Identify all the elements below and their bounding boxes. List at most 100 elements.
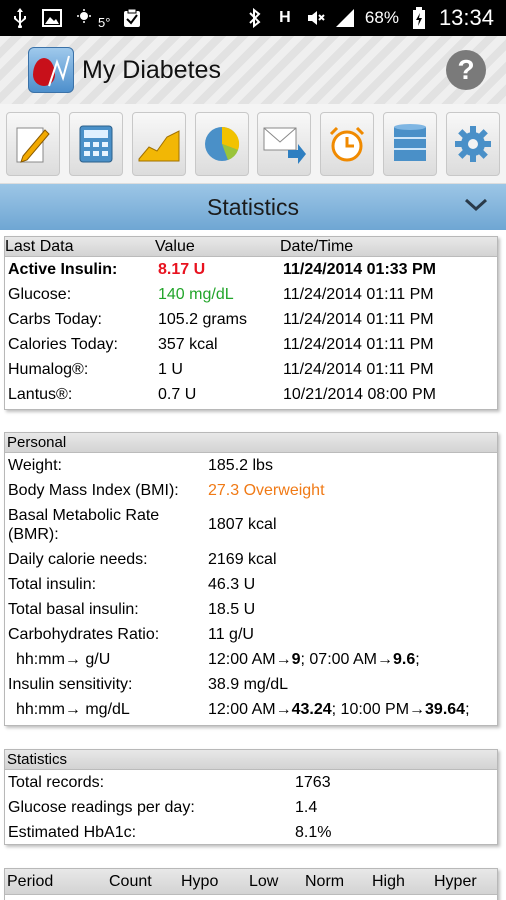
alarm-icon[interactable] (320, 111, 375, 176)
table-row[interactable]: Calories Today: 357 kcal 11/24/2014 01:1… (5, 332, 497, 357)
column-header-hypo: Hypo (181, 872, 219, 890)
list-item[interactable]: Basal Metabolic Rate (BMR): 1807 kcal (5, 503, 497, 547)
schedule-value: 43.24 (291, 700, 332, 718)
row-label: Lantus®: (8, 385, 73, 403)
row-datetime: 11/24/2014 01:33 PM (283, 260, 437, 278)
bluetooth-icon (245, 8, 265, 28)
carb-ratio-schedule: 12:00 AM→9; 07:00 AM→9.6; (208, 650, 420, 668)
last-data-panel: Last Data Value Date/Time Active Insulin… (4, 236, 498, 410)
database-icon[interactable] (383, 111, 438, 176)
row-datetime: 11/24/2014 01:11 PM (283, 335, 434, 353)
list-item[interactable]: Total insulin: 46.3 U (5, 572, 497, 597)
battery-charging-icon (409, 7, 429, 29)
edit-icon[interactable] (6, 111, 60, 176)
row-label: Daily calorie needs: (8, 550, 148, 568)
schedule-time: 07:00 AM (309, 650, 378, 668)
status-bar: 5° H 68% 13:34 (0, 0, 506, 36)
row-value: 140 mg/dL (158, 285, 234, 303)
weather-icon (74, 8, 94, 28)
row-label: Body Mass Index (BMI): (8, 481, 179, 499)
list-item[interactable]: Carbohydrates Ratio: 11 g/U (5, 622, 497, 647)
row-label: Humalog®: (8, 360, 89, 378)
table-row[interactable]: Humalog®: 1 U 11/24/2014 01:11 PM (5, 357, 497, 382)
row-label: Active Insulin: (8, 260, 118, 278)
row-label: Carbs Today: (8, 310, 102, 328)
row-label: Insulin sensitivity: (8, 675, 133, 693)
row-value: 357 kcal (158, 335, 218, 353)
row-datetime: 11/24/2014 01:11 PM (283, 310, 434, 328)
period-header-row: Period Count Hypo Low Norm High Hyper (5, 869, 497, 895)
settings-icon[interactable] (445, 111, 500, 176)
row-label: Weight: (8, 456, 62, 474)
schedule-time: 12:00 AM (208, 650, 276, 668)
last-data-header-row: Last Data Value Date/Time (5, 237, 497, 257)
row-datetime: 11/24/2014 01:11 PM (283, 285, 434, 303)
row-value: 1763 (295, 773, 331, 791)
list-item[interactable]: Estimated HbA1c: 8.1% (5, 820, 497, 845)
row-datetime: 11/24/2014 01:11 PM (283, 360, 434, 378)
column-header-hyper: Hyper (434, 872, 477, 890)
table-row[interactable]: Lantus®: 0.7 U 10/21/2014 08:00 PM (5, 382, 497, 407)
schedule-value: 9.6 (393, 650, 416, 668)
app-logo-icon[interactable] (28, 47, 74, 93)
row-label: Carbohydrates Ratio: (8, 625, 160, 643)
mute-icon (305, 8, 325, 28)
cell-signal-icon (335, 8, 355, 28)
schedule-time: 10:00 PM (340, 700, 410, 718)
signal-h-icon: H (279, 9, 291, 26)
action-bar: My Diabetes ? (0, 36, 506, 104)
list-item[interactable]: Total records: 1763 (5, 770, 497, 795)
table-row[interactable]: Glucose: 140 mg/dL 11/24/2014 01:11 PM (5, 282, 497, 307)
help-button[interactable]: ? (446, 50, 486, 90)
temperature-label: 5° (98, 14, 111, 30)
list-item[interactable]: Daily calorie needs: 2169 kcal (5, 547, 497, 572)
row-value: 27.3 Overweight (208, 481, 325, 499)
sensitivity-schedule: 12:00 AM→43.24; 10:00 PM→39.64; (208, 700, 470, 718)
list-item[interactable]: Weight: 185.2 lbs (5, 453, 497, 478)
list-item[interactable]: Insulin sensitivity: 38.9 mg/dL (5, 672, 497, 697)
row-label: hh:mm→ g/U (16, 650, 111, 668)
statistics-header: Statistics (5, 750, 497, 770)
schedule-value: 9 (291, 650, 301, 668)
row-value: 1807 kcal (208, 516, 277, 533)
column-header-norm: Norm (305, 872, 345, 890)
personal-panel: Personal Weight: 185.2 lbs Body Mass Ind… (4, 432, 498, 726)
column-header-count: Count (109, 872, 152, 890)
pie-chart-icon[interactable] (194, 111, 249, 176)
column-header-datetime: Date/Time (280, 237, 354, 255)
chevron-down-icon[interactable] (464, 196, 488, 214)
column-header-high: High (372, 872, 405, 890)
sensitivity-schedule-row[interactable]: hh:mm→ mg/dL 12:00 AM→43.24; 10:00 PM→39… (5, 697, 497, 722)
row-value: 18.5 U (208, 600, 256, 618)
schedule-value: 39.64 (425, 700, 466, 718)
calculator-icon[interactable] (68, 111, 123, 176)
chart-icon[interactable] (131, 111, 186, 176)
row-label: Total records: (8, 773, 105, 791)
carb-ratio-schedule-row[interactable]: hh:mm→ g/U 12:00 AM→9; 07:00 AM→9.6; (5, 647, 497, 672)
table-row[interactable]: Active Insulin: 8.17 U 11/24/2014 01:33 … (5, 257, 497, 282)
period-panel: Period Count Hypo Low Norm High Hyper (4, 868, 498, 900)
clock-time: 13:34 (438, 5, 494, 30)
battery-percent: 68% (364, 8, 399, 27)
row-value: 46.3 U (208, 575, 256, 593)
row-value: 8.1% (295, 823, 332, 841)
section-title: Statistics (206, 193, 300, 220)
column-header-last-data: Last Data (5, 237, 74, 255)
list-item[interactable]: Glucose readings per day: 1.4 (5, 795, 497, 820)
export-mail-icon[interactable] (257, 111, 312, 176)
list-item[interactable]: Total basal insulin: 18.5 U (5, 597, 497, 622)
row-datetime: 10/21/2014 08:00 PM (283, 385, 437, 403)
schedule-time: 12:00 AM (208, 700, 276, 718)
row-label: Calories Today: (8, 335, 118, 353)
list-item[interactable]: Body Mass Index (BMI): 27.3 Overweight (5, 478, 497, 503)
row-value: 38.9 mg/dL (208, 675, 289, 693)
row-value: 0.7 U (158, 385, 197, 403)
statistics-section-header[interactable]: Statistics (0, 184, 506, 230)
table-row[interactable]: Carbs Today: 105.2 grams 11/24/2014 01:1… (5, 307, 497, 332)
column-header-low: Low (249, 872, 279, 890)
row-label: Estimated HbA1c: (8, 823, 137, 841)
row-label: Glucose readings per day: (8, 798, 195, 816)
row-label: Glucose: (8, 285, 72, 303)
toolbar (0, 104, 506, 184)
statistics-panel: Statistics Total records: 1763 Glucose r… (4, 749, 498, 845)
